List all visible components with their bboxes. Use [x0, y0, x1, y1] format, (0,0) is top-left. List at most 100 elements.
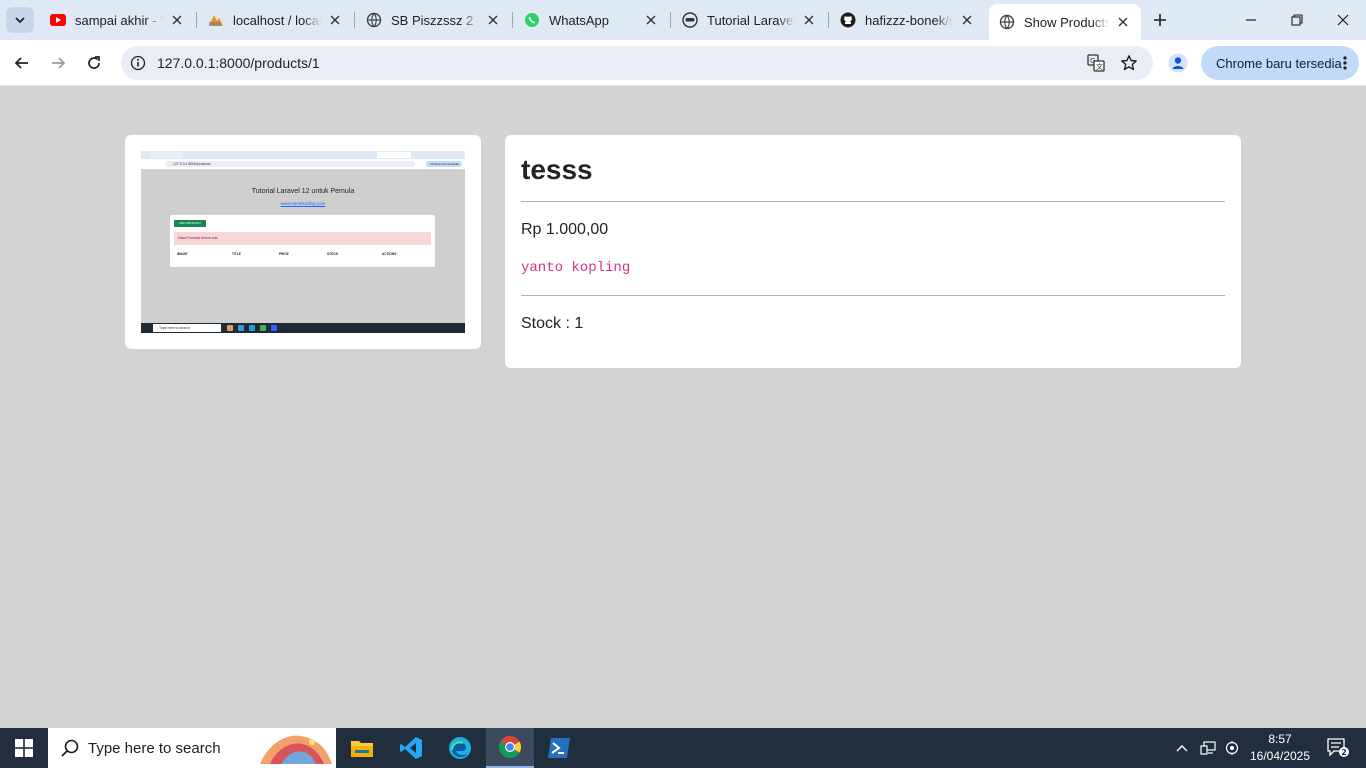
- whatsapp-icon: [524, 12, 540, 28]
- powershell-icon: [548, 738, 570, 758]
- product-image: 127.0.0.1:8000/products Chrome baru ters…: [141, 151, 465, 333]
- close-window-button[interactable]: [1320, 0, 1366, 40]
- arrow-right-icon: [52, 57, 66, 69]
- tab-show-products[interactable]: Show Products - Laravel: [989, 4, 1141, 40]
- bookmark-star-icon[interactable]: [1119, 53, 1139, 73]
- tab-title: hafizzz-bonek/sc: [865, 12, 953, 28]
- notification-center-button[interactable]: 2: [1320, 728, 1356, 768]
- taskbar-vscode[interactable]: [387, 728, 435, 768]
- tab-title: Tutorial Laravel: [707, 12, 795, 28]
- back-button[interactable]: [6, 47, 38, 79]
- globe-icon: [366, 12, 382, 28]
- site-info-icon[interactable]: [129, 54, 147, 72]
- close-icon[interactable]: [1115, 14, 1131, 30]
- thumb-tab: [225, 152, 259, 158]
- thumb-column-header: ACTIONS: [382, 252, 397, 256]
- thumb-add-button: ADD PRODUCT: [174, 220, 206, 227]
- forward-button[interactable]: [42, 47, 74, 79]
- phpmyadmin-icon: PMA: [208, 12, 224, 28]
- tab-github[interactable]: hafizzz-bonek/sc: [830, 4, 985, 36]
- taskbar-file-explorer[interactable]: [338, 728, 386, 768]
- taskbar-search-placeholder: Type here to search: [88, 740, 221, 757]
- divider: [521, 201, 1225, 202]
- tab-whatsapp[interactable]: WhatsApp: [514, 4, 669, 36]
- globe-icon: [999, 14, 1015, 30]
- thumb-alert: Data Products belum ada.: [174, 232, 431, 245]
- thumb-taskbar-search: Type here to search: [153, 324, 221, 332]
- tab-title: localhost / localhost: [233, 12, 321, 28]
- close-icon: [1337, 14, 1349, 26]
- new-tab-button[interactable]: [1148, 8, 1172, 32]
- thumb-update-button: Chrome baru tersedia: [426, 161, 462, 167]
- taskbar-edge[interactable]: [436, 728, 484, 768]
- github-icon: [840, 12, 856, 28]
- arrow-left-icon: [14, 57, 28, 69]
- notification-count: 2: [1341, 748, 1347, 757]
- tab-search-button[interactable]: [6, 7, 34, 33]
- thumb-panel: ADD PRODUCT Data Products belum ada. IMA…: [170, 215, 435, 267]
- mask-icon: [682, 12, 698, 28]
- youtube-icon: [50, 12, 66, 28]
- tab-title: WhatsApp: [549, 12, 609, 28]
- thumb-column-header: PRICE: [279, 252, 289, 256]
- product-detail-card: tesss Rp 1.000,00 yanto kopling Stock : …: [505, 135, 1241, 368]
- taskbar-powershell[interactable]: [535, 728, 583, 768]
- notification-icon: 2: [1327, 738, 1349, 757]
- address-bar[interactable]: 127.0.0.1:8000/products/1 G文: [121, 46, 1153, 80]
- tab-separator: [512, 12, 513, 28]
- svg-text:文: 文: [1096, 62, 1103, 71]
- tray-location-button[interactable]: [1222, 728, 1242, 768]
- close-icon[interactable]: [801, 12, 817, 28]
- tray-overflow-button[interactable]: [1172, 728, 1192, 768]
- chrome-update-button[interactable]: Chrome baru tersedia: [1201, 46, 1359, 80]
- tab-youtube[interactable]: sampai akhir - YouTube: [40, 4, 195, 36]
- thumb-tab-strip: [141, 151, 465, 159]
- url-text: 127.0.0.1:8000/products/1: [157, 55, 320, 71]
- thumb-page-title: Tutorial Laravel 12 untuk Pemula: [251, 188, 355, 195]
- thumb-url: 127.0.0.1:8000/products: [165, 161, 415, 167]
- product-description: yanto kopling: [521, 260, 631, 276]
- profile-avatar-icon[interactable]: [1166, 51, 1190, 75]
- translate-icon[interactable]: G文: [1086, 53, 1106, 73]
- folder-icon: [351, 741, 373, 757]
- taskbar-chrome[interactable]: [486, 728, 534, 768]
- taskbar-clock[interactable]: 8:57 16/04/2025: [1240, 731, 1320, 765]
- thumb-taskbar-app: [271, 325, 277, 331]
- clock-time: 8:57: [1268, 732, 1292, 746]
- search-icon: [61, 739, 79, 757]
- close-icon[interactable]: [643, 12, 659, 28]
- browser-tab-strip: sampai akhir - YouTube PMA localhost / l…: [0, 0, 1366, 40]
- tab-separator: [354, 12, 355, 28]
- browser-toolbar: 127.0.0.1:8000/products/1 G文 Chrome baru…: [0, 40, 1366, 86]
- close-icon[interactable]: [959, 12, 975, 28]
- thumb-link: www.santrikoding.com: [280, 201, 326, 206]
- tab-phpmyadmin[interactable]: PMA localhost / localhost: [198, 4, 353, 36]
- more-vert-icon: [1343, 56, 1347, 70]
- minimize-icon: [1246, 19, 1256, 21]
- thumb-toolbar: 127.0.0.1:8000/products Chrome baru ters…: [141, 159, 465, 169]
- divider: [521, 295, 1225, 296]
- close-icon[interactable]: [485, 12, 501, 28]
- reload-button[interactable]: [78, 47, 110, 79]
- tab-separator: [196, 12, 197, 28]
- thumb-column-header: IMAGE: [177, 252, 188, 256]
- start-button[interactable]: [0, 728, 48, 768]
- restore-icon: [1291, 14, 1303, 26]
- tab-tutorial-laravel[interactable]: Tutorial Laravel: [672, 4, 827, 36]
- thumb-tab: [187, 152, 221, 158]
- tab-sb-admin[interactable]: SB Piszzssz 2 - Bootstrap: [356, 4, 511, 36]
- thumb-tab: [339, 152, 373, 158]
- thumb-taskbar-app: [260, 325, 266, 331]
- thumb-tab: [263, 152, 297, 158]
- thumb-taskbar-app: [249, 325, 255, 331]
- tray-network-button[interactable]: [1197, 728, 1219, 768]
- windows-logo-icon: [15, 739, 33, 757]
- close-icon[interactable]: [169, 12, 185, 28]
- svg-text:PMA: PMA: [209, 22, 222, 27]
- close-icon[interactable]: [327, 12, 343, 28]
- restore-button[interactable]: [1274, 0, 1320, 40]
- minimize-button[interactable]: [1228, 0, 1274, 40]
- taskbar-search-box[interactable]: Type here to search: [48, 728, 336, 768]
- edge-icon: [449, 737, 471, 759]
- tab-title: sampai akhir - YouTube: [75, 12, 163, 28]
